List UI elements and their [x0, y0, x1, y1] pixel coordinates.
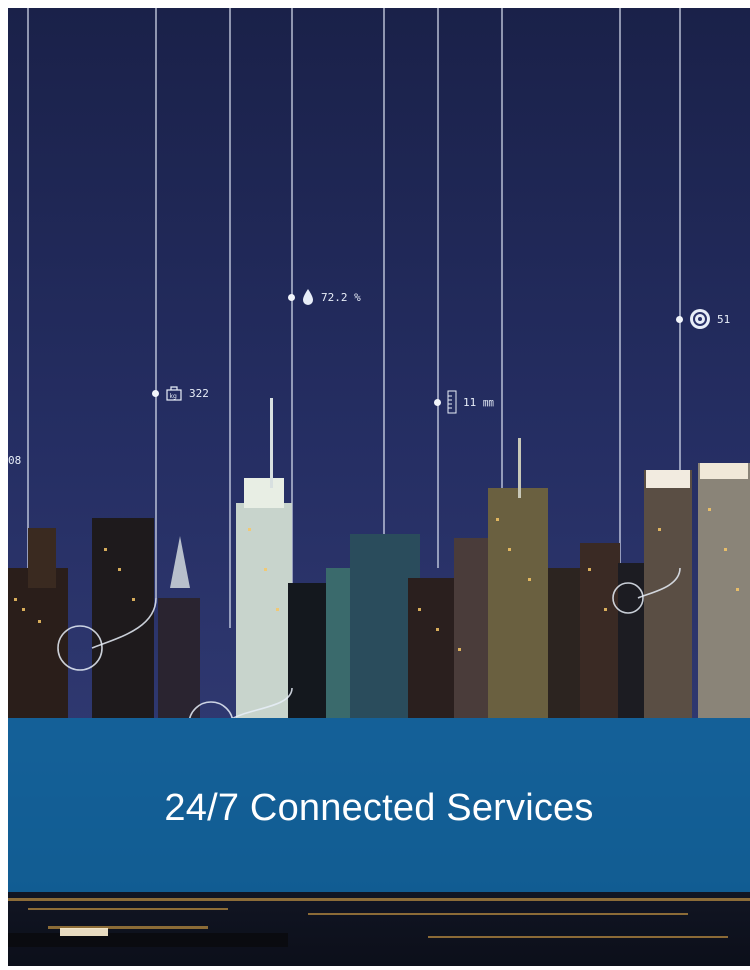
svg-text:kg: kg [170, 393, 177, 400]
level-gauge-icon [447, 390, 457, 414]
level-metric-value: 11 ㎜ [463, 396, 494, 409]
city-skyline-photo: 08 kg 322 72.2 % 11 ㎜ 51 24/7 Connected … [8, 8, 750, 966]
page: 08 kg 322 72.2 % 11 ㎜ 51 24/7 Connected … [0, 0, 750, 970]
edge-metric-value: 08 [8, 454, 22, 467]
humidity-metric-dot [288, 293, 295, 301]
water-drop-icon [303, 289, 313, 305]
speed-metric: 51 [676, 308, 730, 330]
speed-metric-dot [676, 315, 683, 323]
level-metric: 11 ㎜ [434, 390, 494, 414]
level-metric-dot [434, 398, 441, 406]
weight-metric-value: 322 [189, 386, 209, 400]
weight-metric-dot [152, 389, 159, 397]
humidity-metric: 72.2 % [288, 288, 361, 306]
humidity-metric-value: 72.2 % [321, 290, 361, 304]
banner-title: 24/7 Connected Services [164, 786, 594, 829]
services-banner: 24/7 Connected Services [8, 718, 750, 892]
edge-metric: 08 [8, 454, 21, 467]
weight-icon: kg [166, 386, 182, 401]
target-icon [690, 309, 710, 329]
weight-metric: kg 322 [152, 384, 209, 402]
speed-metric-value: 51 [717, 312, 731, 326]
